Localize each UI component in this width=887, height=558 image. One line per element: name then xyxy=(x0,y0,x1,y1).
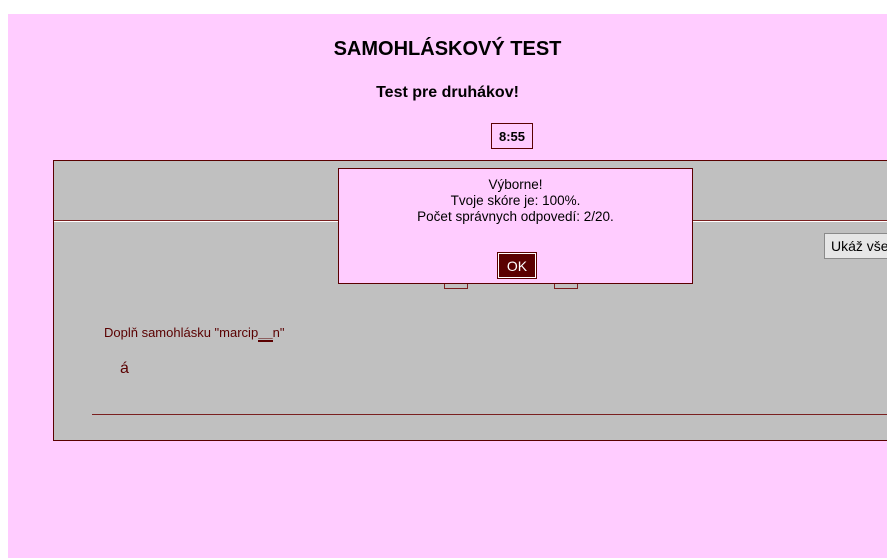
result-dialog: Výborne! Tvoje skóre je: 100%. Počet spr… xyxy=(338,168,693,284)
question-blank: __ xyxy=(258,325,273,342)
ok-button[interactable]: OK xyxy=(497,252,537,279)
bottom-divider xyxy=(92,414,887,415)
show-all-button[interactable]: Ukáž vše xyxy=(824,233,887,259)
timer-display: 8:55 xyxy=(491,123,533,149)
page-subtitle: Test pre druhákov! xyxy=(376,84,519,101)
dialog-message-praise: Výborne! xyxy=(488,177,543,192)
page-title: SAMOHLÁSKOVÝ TEST xyxy=(333,38,562,60)
dialog-message-correct-count: Počet správnych odpovedí: 2/20. xyxy=(417,209,614,224)
answer-option[interactable]: á xyxy=(120,360,129,378)
page: SAMOHLÁSKOVÝ TEST Test pre druhákov! 8:5… xyxy=(8,14,887,558)
dialog-message-score: Tvoje skóre je: 100%. xyxy=(450,193,581,208)
question-suffix: n" xyxy=(272,325,285,340)
question-prefix: Doplň samohlásku "marcip xyxy=(104,325,259,340)
question-text: Doplň samohlásku "marcip__n" xyxy=(104,325,285,342)
